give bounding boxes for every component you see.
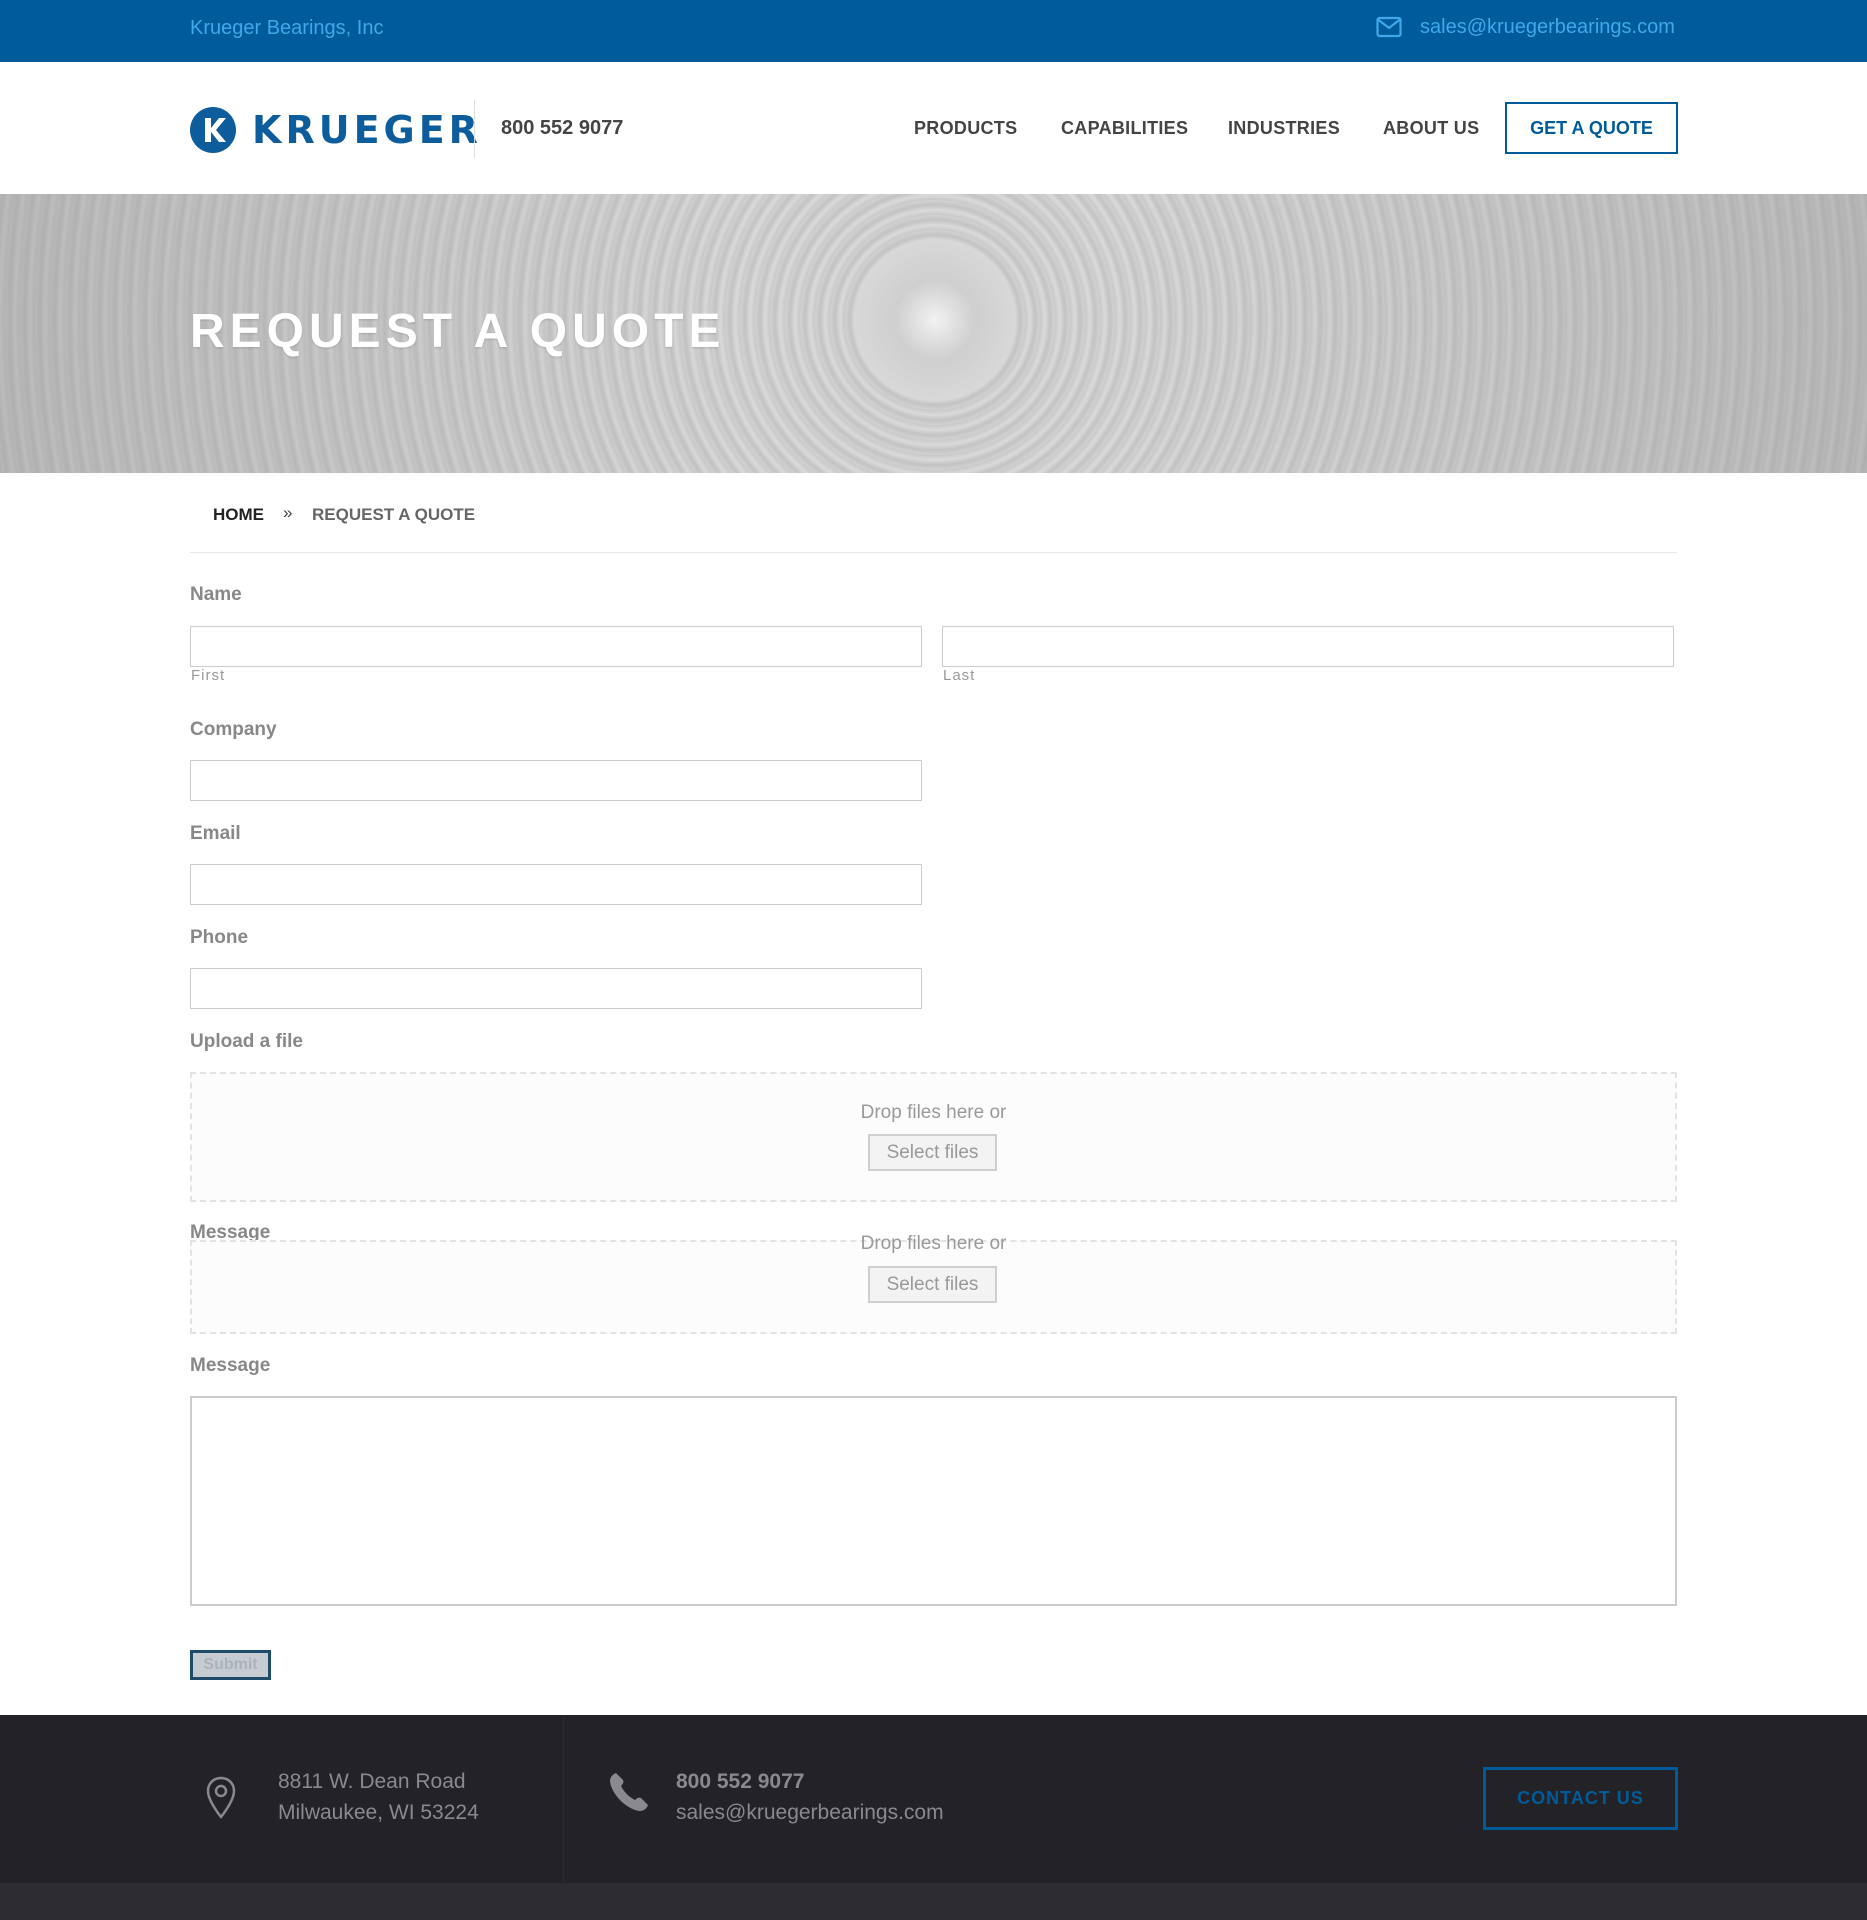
page-title: REQUEST A QUOTE: [190, 305, 726, 358]
email-link[interactable]: sales@kruegerbearings.com: [1420, 16, 1675, 39]
company-name: Krueger Bearings, Inc: [190, 17, 384, 39]
email-input[interactable]: [190, 864, 922, 905]
logo-k-icon: [190, 107, 236, 153]
footer-phone[interactable]: 800 552 9077: [676, 1770, 804, 1794]
phone-label: Phone: [190, 927, 249, 948]
logo-text: KRUEGER: [252, 108, 482, 152]
footer-bottom-bar: [0, 1883, 1867, 1920]
phone-icon: [610, 1773, 648, 1811]
footer-email[interactable]: sales@kruegerbearings.com: [676, 1801, 944, 1825]
message-label: Message: [190, 1355, 271, 1376]
nav-products[interactable]: PRODUCTS: [914, 118, 1017, 139]
drop-files-text-duplicate: Drop files here or: [860, 1233, 1007, 1254]
breadcrumb-divider: [190, 552, 1677, 553]
select-files-button-duplicate[interactable]: Select files: [868, 1266, 997, 1303]
footer-divider: [563, 1715, 564, 1883]
last-name-sublabel: Last: [943, 667, 976, 684]
header-divider: [474, 100, 475, 158]
footer-address-line2: Milwaukee, WI 53224: [278, 1801, 479, 1824]
last-name-input[interactable]: [942, 626, 1674, 667]
phone-input[interactable]: [190, 968, 922, 1009]
logo[interactable]: KRUEGER: [190, 106, 482, 154]
email-label: Email: [190, 823, 241, 844]
breadcrumb-separator-icon: »: [283, 503, 293, 522]
message-textarea[interactable]: [190, 1396, 1677, 1606]
nav-capabilities[interactable]: CAPABILITIES: [1061, 118, 1188, 139]
upload-label: Upload a file: [190, 1031, 303, 1052]
top-bar: Krueger Bearings, Inc sales@kruegerbeari…: [0, 0, 1867, 62]
company-input[interactable]: [190, 760, 922, 801]
hero-banner: REQUEST A QUOTE: [0, 194, 1867, 473]
map-pin-icon: [206, 1776, 236, 1819]
first-name-input[interactable]: [190, 626, 922, 667]
drop-files-text: Drop files here or: [860, 1102, 1007, 1123]
footer-address-line1: 8811 W. Dean Road: [278, 1770, 466, 1793]
nav-about-us[interactable]: ABOUT US: [1383, 118, 1479, 139]
name-label: Name: [190, 584, 242, 605]
breadcrumb-current: REQUEST A QUOTE: [312, 505, 476, 524]
first-name-sublabel: First: [191, 667, 226, 684]
header-phone[interactable]: 800 552 9077: [501, 117, 623, 140]
select-files-button[interactable]: Select files: [868, 1134, 997, 1171]
site-header: KRUEGER 800 552 9077 PRODUCTS CAPABILITI…: [0, 62, 1867, 194]
breadcrumb-home[interactable]: HOME: [213, 505, 264, 525]
contact-us-button[interactable]: CONTACT US: [1483, 1767, 1678, 1830]
submit-button[interactable]: Submit: [190, 1650, 271, 1680]
company-label: Company: [190, 719, 277, 740]
nav-industries[interactable]: INDUSTRIES: [1228, 118, 1340, 139]
envelope-icon[interactable]: [1376, 16, 1402, 38]
get-a-quote-button[interactable]: GET A QUOTE: [1505, 102, 1678, 154]
